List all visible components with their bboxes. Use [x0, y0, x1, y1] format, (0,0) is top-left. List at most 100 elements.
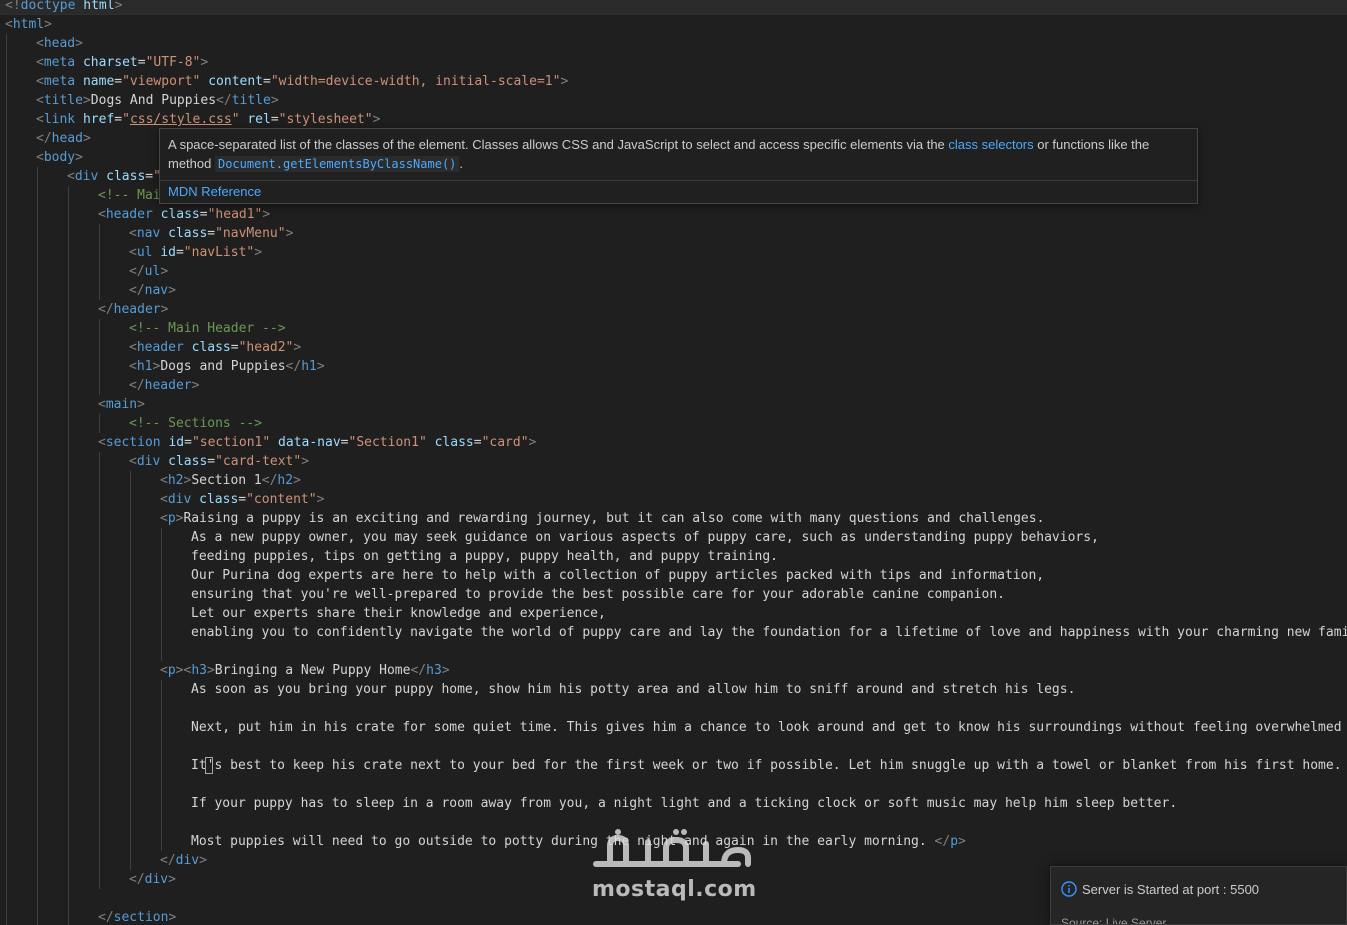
code-token: header: [105, 207, 153, 222]
code-line[interactable]: <!-- Main Header -->: [0, 319, 286, 338]
code-line[interactable]: enabling you to confidently navigate the…: [0, 623, 1347, 642]
code-token: Bringing a New Puppy Home: [214, 663, 411, 678]
code-line[interactable]: <!-- Sections -->: [0, 414, 262, 433]
code-token: name: [82, 74, 115, 89]
code-token: nav: [144, 283, 169, 298]
code-line[interactable]: [0, 813, 191, 832]
code-line[interactable]: ensuring that you're well-prepared to pr…: [0, 585, 1005, 604]
code-token: class: [106, 169, 146, 184]
code-token: "navMenu": [215, 226, 286, 241]
info-icon: [1061, 881, 1077, 897]
code-line[interactable]: </nav>: [0, 281, 176, 300]
code-line[interactable]: <div class=": [0, 167, 161, 186]
code-line[interactable]: It's best to keep his crate next to your…: [0, 756, 1347, 775]
code-line[interactable]: [0, 775, 191, 794]
code-token: href: [82, 112, 115, 127]
code-line[interactable]: </section>: [0, 908, 176, 925]
code-token: >: [82, 93, 91, 108]
code-line[interactable]: <head>: [0, 34, 83, 53]
code-token: <: [36, 93, 44, 108]
code-line[interactable]: <header class="head1">: [0, 205, 270, 224]
code-line[interactable]: Let our experts share their knowledge an…: [0, 604, 606, 623]
code-line[interactable]: <header class="head2">: [0, 338, 301, 357]
code-line[interactable]: [0, 642, 191, 661]
code-token: =: [207, 226, 216, 241]
code-line[interactable]: <h2>Section 1</h2>: [0, 471, 301, 490]
code-line[interactable]: [0, 889, 98, 908]
code-line[interactable]: <meta charset="UTF-8">: [0, 53, 208, 72]
code-line[interactable]: <body>: [0, 148, 83, 167]
code-token: ensuring that you're well-prepared to pr…: [191, 587, 1005, 602]
class-selectors-link[interactable]: class selectors: [948, 137, 1033, 152]
code-line[interactable]: </div>: [0, 851, 207, 870]
code-line[interactable]: <p><h3>Bringing a New Puppy Home</h3>: [0, 661, 450, 680]
code-token: div: [175, 853, 200, 868]
code-line[interactable]: </head>: [0, 129, 91, 148]
code-line[interactable]: <!doctype html>: [0, 0, 122, 15]
code-token: head: [43, 36, 76, 51]
code-token: h3: [191, 663, 207, 678]
notification-toast[interactable]: Server is Started at port : 5500 Source:…: [1050, 866, 1347, 925]
code-line[interactable]: feeding puppies, tips on getting a puppy…: [0, 547, 778, 566]
code-token: </: [129, 283, 145, 298]
code-line[interactable]: </header>: [0, 300, 168, 319]
code-token: <: [160, 663, 168, 678]
code-token: >: [254, 245, 263, 260]
code-token: <: [98, 435, 106, 450]
hover-code-sample: Document.getElementsByClassName(): [214, 156, 460, 172]
code-token: =: [114, 112, 123, 127]
code-token: class: [168, 226, 208, 241]
code-line[interactable]: </ul>: [0, 262, 168, 281]
code-token: content: [208, 74, 264, 89]
code-token: </: [285, 359, 302, 374]
code-token: Section 1: [191, 473, 262, 488]
code-line[interactable]: <p>Raising a puppy is an exciting and re…: [0, 509, 1044, 528]
code-token: >: [206, 663, 215, 678]
code-token: >: [316, 492, 325, 507]
code-token: header: [144, 378, 192, 393]
code-line[interactable]: [0, 737, 191, 756]
code-line[interactable]: <div class="card-text">: [0, 452, 309, 471]
code-line[interactable]: <ul id="navList">: [0, 243, 262, 262]
code-line[interactable]: <main>: [0, 395, 145, 414]
code-token: class: [168, 454, 208, 469]
code-line[interactable]: <div class="content">: [0, 490, 324, 509]
code-token: "card": [481, 435, 529, 450]
code-token: >: [560, 74, 569, 89]
code-line[interactable]: Our Purina dog experts are here to help …: [0, 566, 1044, 585]
code-line[interactable]: </div>: [0, 870, 176, 889]
code-line[interactable]: [0, 699, 191, 718]
code-line[interactable]: Next, put him in his crate for some quie…: [0, 718, 1347, 737]
code-line[interactable]: As soon as you bring your puppy home, sh…: [0, 680, 1075, 699]
code-line[interactable]: </header>: [0, 376, 199, 395]
code-line[interactable]: <section id="section1" data-nav="Section…: [0, 433, 536, 452]
code-token: <!-- Main Header -->: [129, 321, 286, 336]
code-token: <: [160, 492, 168, 507]
code-line[interactable]: <link href="css/style.css" rel="styleshe…: [0, 110, 380, 129]
code-token: >: [293, 340, 302, 355]
mdn-reference-link[interactable]: MDN Reference: [168, 183, 261, 201]
code-line[interactable]: <meta name="viewport" content="width=dev…: [0, 72, 568, 91]
code-line[interactable]: <!-- Mai: [0, 186, 161, 205]
code-line[interactable]: <html>: [0, 15, 52, 34]
code-token: div: [144, 872, 169, 887]
current-line-highlight: [0, 0, 1347, 15]
code-token: head: [51, 131, 83, 146]
code-token: >: [114, 0, 123, 13]
code-token: >: [75, 36, 83, 51]
code-line[interactable]: <nav class="navMenu">: [0, 224, 293, 243]
code-token: >: [372, 112, 381, 127]
code-line[interactable]: As a new puppy owner, you may seek guida…: [0, 528, 1099, 547]
code-editor[interactable]: <!doctype html> <html> <head> <meta charset…: [0, 0, 1347, 925]
code-line[interactable]: <title>Dogs And Puppies</title>: [0, 91, 279, 110]
code-line[interactable]: Most puppies will need to go outside to …: [0, 832, 966, 851]
code-line[interactable]: If your puppy has to sleep in a room awa…: [0, 794, 1177, 813]
code-token: =: [340, 435, 349, 450]
code-token: <: [5, 17, 13, 32]
code-line[interactable]: <h1>Dogs and Puppies</h1>: [0, 357, 325, 376]
code-token: "section1": [191, 435, 271, 450]
